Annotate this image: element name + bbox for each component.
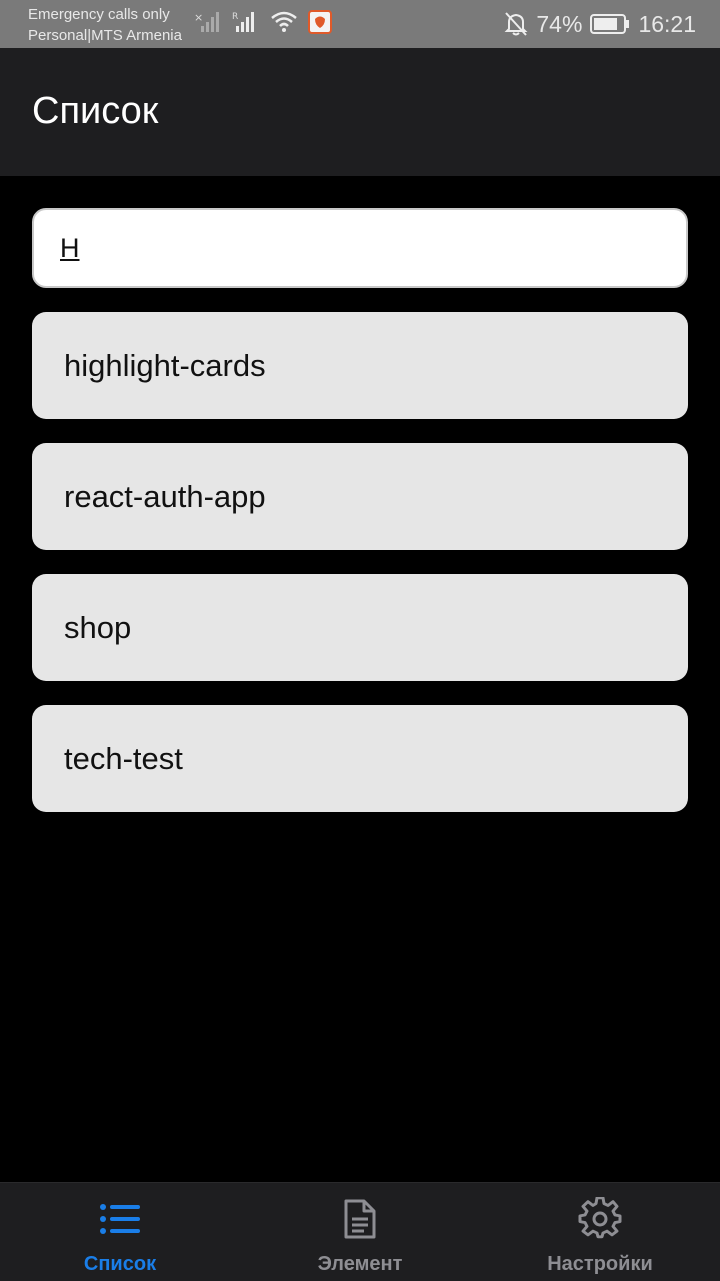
repo-list: highlight-cards react-auth-app shop tech…: [32, 312, 688, 812]
bottom-navigation: Список Элемент Настройки: [0, 1182, 720, 1281]
status-bar: Emergency calls only Personal|MTS Armeni…: [0, 0, 720, 48]
status-icons-right: 74% 16:21: [504, 8, 696, 40]
tab-settings[interactable]: Настройки: [480, 1183, 720, 1281]
wifi-icon: [270, 10, 298, 38]
list-item[interactable]: tech-test: [32, 705, 688, 812]
list-item-label: highlight-cards: [64, 348, 266, 384]
tab-list[interactable]: Список: [0, 1183, 240, 1281]
carrier-line-2: Personal|MTS Armenia: [28, 25, 182, 46]
tab-element[interactable]: Элемент: [240, 1183, 480, 1281]
svg-text:R: R: [232, 12, 238, 22]
document-icon: [338, 1197, 382, 1245]
clock: 16:21: [638, 11, 696, 38]
carrier-info: Emergency calls only Personal|MTS Armeni…: [28, 4, 182, 46]
tab-element-label: Элемент: [318, 1253, 403, 1276]
bell-off-icon: [504, 11, 528, 37]
list-item-label: shop: [64, 610, 131, 646]
list-item-label: react-auth-app: [64, 479, 266, 515]
signal-roaming-icon: R: [232, 10, 260, 38]
status-icons-left: × R: [194, 10, 332, 38]
list-item[interactable]: shop: [32, 574, 688, 681]
search-box[interactable]: [32, 208, 688, 288]
search-input[interactable]: [58, 232, 662, 265]
page-title: Список: [32, 90, 158, 133]
app-header: Список: [0, 48, 720, 176]
main-content: highlight-cards react-auth-app shop tech…: [32, 208, 688, 836]
list-item[interactable]: highlight-cards: [32, 312, 688, 419]
gear-icon: [578, 1197, 622, 1245]
tab-list-label: Список: [84, 1253, 156, 1276]
battery-icon: [590, 13, 630, 35]
tab-settings-label: Настройки: [547, 1253, 653, 1276]
svg-text:×: ×: [194, 11, 203, 24]
signal-muted-icon: ×: [194, 10, 222, 38]
carrier-line-1: Emergency calls only: [28, 4, 182, 25]
list-item-label: tech-test: [64, 741, 183, 777]
app-notification-icon: [308, 10, 332, 38]
list-item[interactable]: react-auth-app: [32, 443, 688, 550]
list-icon: [98, 1197, 142, 1245]
battery-percent: 74%: [536, 11, 582, 38]
